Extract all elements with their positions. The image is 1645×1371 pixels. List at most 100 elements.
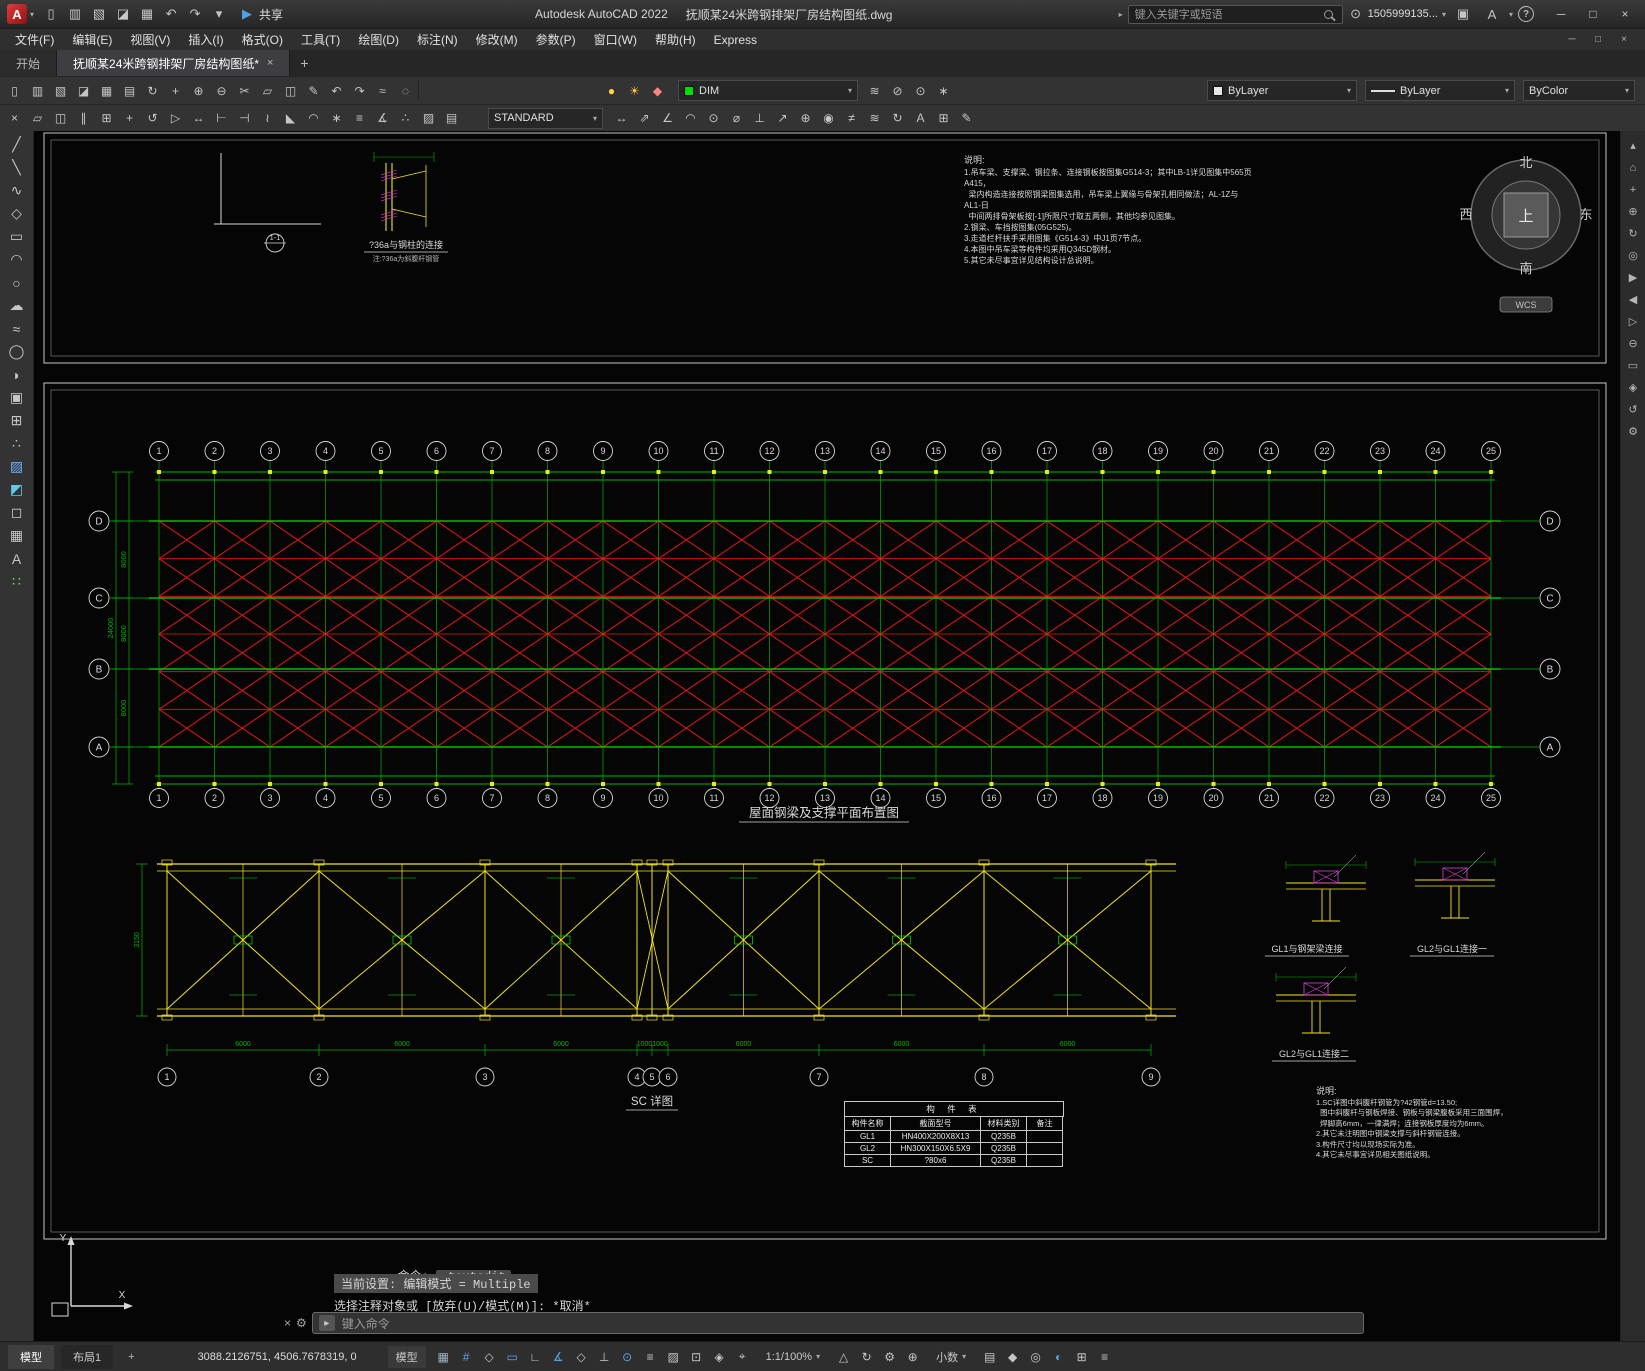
save-as-icon[interactable]: ◪ (111, 3, 135, 25)
layer-sun-icon[interactable]: ☀ (624, 80, 645, 101)
model-tab[interactable]: 模型 (8, 1344, 54, 1369)
clean-screen-icon[interactable]: ⊞ (1071, 1346, 1092, 1367)
search-icon[interactable] (1323, 9, 1333, 19)
section-mark[interactable]: 1-1 (214, 153, 321, 253)
3d-object-snap-icon[interactable]: ◈ (709, 1346, 730, 1367)
infer-constraints-icon[interactable]: ◇ (479, 1346, 500, 1367)
region-icon[interactable]: ◻ (4, 501, 30, 524)
dim-style-icon[interactable]: ✎ (956, 108, 977, 129)
units-button[interactable]: 小数 ▾ (930, 1349, 972, 1365)
linetype-combo[interactable]: ByLayer ▾ (1365, 80, 1515, 101)
erase-icon[interactable]: × (4, 108, 25, 129)
mtext-icon[interactable]: A (910, 108, 931, 129)
copy-clip-icon[interactable]: ▱ (257, 80, 278, 101)
grid-display-icon[interactable]: ▦ (433, 1346, 454, 1367)
viewcube-home-icon[interactable]: ⌂ (1623, 159, 1643, 176)
zoom-out-icon[interactable]: ⊖ (1623, 335, 1643, 352)
app-store-icon[interactable]: ▣ (1451, 3, 1475, 25)
menu-item-1[interactable]: 文件(F) (6, 29, 63, 50)
menu-item-2[interactable]: 编辑(E) (63, 29, 121, 50)
drawing-tab-close-icon[interactable]: × (267, 57, 273, 69)
layer-combo[interactable]: DIM ▾ (678, 80, 858, 101)
scale-icon[interactable]: ▷ (165, 108, 186, 129)
redo-icon[interactable]: ↷ (183, 3, 207, 25)
command-input[interactable]: ▸ 键入命令 (311, 1312, 1364, 1334)
qleader-icon[interactable]: ↗ (772, 108, 793, 129)
zoom-window-icon[interactable]: ⊕ (188, 80, 209, 101)
join-icon[interactable]: ≡ (349, 108, 370, 129)
construction-line-icon[interactable]: ╲ (4, 156, 30, 179)
zoom-extents-nav-icon[interactable]: ◈ (1623, 379, 1643, 396)
text-style-combo[interactable]: STANDARD ▾ (488, 107, 603, 129)
pan-toolbar-icon[interactable]: + (165, 80, 186, 101)
roof-bracing-plan[interactable]: 1122334455667788991010111112121313141415… (88, 441, 1561, 823)
show-motion-icon[interactable]: ▶ (1623, 269, 1643, 286)
dim-aligned-icon[interactable]: ⇗ (634, 108, 655, 129)
plotstyle-combo[interactable]: ByColor ▾ (1523, 80, 1635, 101)
paste-icon[interactable]: ◫ (280, 80, 301, 101)
line-icon[interactable]: ╱ (4, 133, 30, 156)
application-menu-button[interactable]: A ▾ (4, 4, 37, 24)
lock-ui-icon[interactable]: ◆ (1002, 1346, 1023, 1367)
dim-break-icon[interactable]: ≠ (841, 108, 862, 129)
menu-item-11[interactable]: 窗口(W) (585, 29, 646, 50)
zoom-extents-icon[interactable]: ⊖ (211, 80, 232, 101)
rotate-icon[interactable]: ↺ (142, 108, 163, 129)
new-layout-button[interactable]: + (120, 1347, 142, 1367)
table-icon[interactable]: ▦ (4, 524, 30, 547)
menu-item-12[interactable]: 帮助(H) (646, 29, 705, 50)
mirror-icon[interactable]: ◫ (50, 108, 71, 129)
tolerance-icon[interactable]: ⊕ (795, 108, 816, 129)
snap-mode-icon[interactable]: # (456, 1346, 477, 1367)
dim-ordinate-icon[interactable]: ⊥ (749, 108, 770, 129)
sc-truss-elevation[interactable]: 6000 6000 6000 1000 1000 6000 6000 6000 3150 1 2 3 4… (134, 859, 1176, 1111)
new-file-icon[interactable]: ▯ (39, 3, 63, 25)
layer-properties-icon[interactable]: ≋ (864, 80, 885, 101)
previous-view-icon[interactable]: ◀ (1623, 291, 1643, 308)
create-block-icon[interactable]: ⊞ (4, 409, 30, 432)
help-icon[interactable]: ? (1518, 6, 1534, 22)
annotation-monitor-icon[interactable]: ⊕ (902, 1346, 923, 1367)
dim-diameter-icon[interactable]: ⌀ (726, 108, 747, 129)
arc-icon[interactable]: ◠ (4, 248, 30, 271)
dim-update-icon[interactable]: ↻ (887, 108, 908, 129)
doc-restore-button[interactable]: □ (1585, 30, 1611, 48)
next-view-icon[interactable]: ▷ (1623, 313, 1643, 330)
command-close-icon[interactable]: × (284, 1316, 291, 1330)
search-collapse-icon[interactable]: ▸ (1119, 10, 1123, 19)
dim-space-icon[interactable]: ≋ (864, 108, 885, 129)
cut-icon[interactable]: ✂ (234, 80, 255, 101)
new-drawing-tab-button[interactable]: + (290, 50, 318, 76)
properties-icon[interactable]: ▤ (441, 108, 462, 129)
chamfer-icon[interactable]: ◣ (280, 108, 301, 129)
dim-radius-icon[interactable]: ⊙ (703, 108, 724, 129)
doc-close-button[interactable]: × (1611, 30, 1637, 48)
revision-cloud-icon[interactable]: ☁ (4, 294, 30, 317)
dynamic-input-icon[interactable]: ▭ (502, 1346, 523, 1367)
view-icon[interactable]: ◌ (395, 80, 416, 101)
publish-icon[interactable]: ▤ (119, 80, 140, 101)
model-space-button[interactable]: 模型 (387, 1345, 426, 1368)
plot-icon[interactable]: ▦ (135, 3, 159, 25)
center-mark-icon[interactable]: ◉ (818, 108, 839, 129)
object-snap-tracking-icon[interactable]: ⊥ (594, 1346, 615, 1367)
fillet-icon[interactable]: ◠ (303, 108, 324, 129)
view-compass[interactable]: 上 北南 西 东 (1459, 155, 1592, 276)
menu-item-8[interactable]: 标注(N) (408, 29, 467, 50)
autodesk-a-icon[interactable]: A (1480, 3, 1504, 25)
multiline-text-icon[interactable]: A (4, 547, 30, 570)
ortho-mode-icon[interactable]: ∟ (525, 1346, 546, 1367)
layer-lock-icon[interactable]: ◆ (647, 80, 668, 101)
menu-item-6[interactable]: 工具(T) (292, 29, 349, 50)
selection-cycling-icon[interactable]: ⊡ (686, 1346, 707, 1367)
annotation-autoscale-icon[interactable]: ↻ (856, 1346, 877, 1367)
menu-item-5[interactable]: 格式(O) (233, 29, 292, 50)
lineweight-icon[interactable]: ≡ (640, 1346, 661, 1367)
dynamic-ucs-icon[interactable]: ⌖ (732, 1346, 753, 1367)
explode-icon[interactable]: ∗ (326, 108, 347, 129)
qat-customize-icon[interactable]: ▾ (207, 3, 231, 25)
insert-block-icon[interactable]: ▣ (4, 386, 30, 409)
close-button[interactable]: × (1609, 2, 1641, 26)
annotation-visibility-icon[interactable]: △ (833, 1346, 854, 1367)
move-icon[interactable]: + (119, 108, 140, 129)
